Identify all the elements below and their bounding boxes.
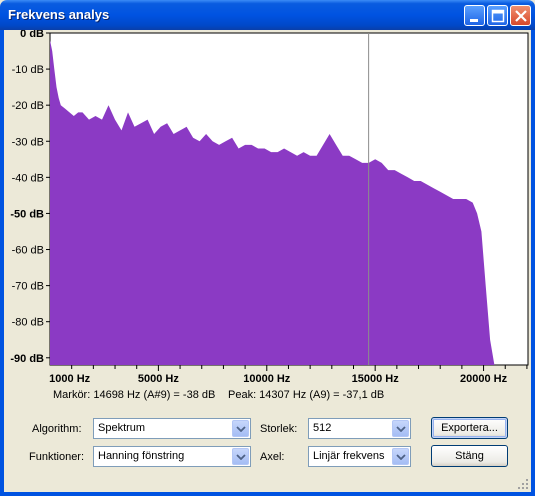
y-tick-label: -30 dB xyxy=(12,136,44,148)
size-dropdown-button[interactable] xyxy=(392,420,409,437)
functions-dropdown-button[interactable] xyxy=(232,448,249,465)
size-value: 512 xyxy=(313,422,332,434)
y-axis: 0 dB -10 dB -20 dB -30 dB -40 dB -50 dB -60 dB… xyxy=(10,30,50,365)
y-tick-label: 0 dB xyxy=(20,30,44,40)
title-bar: Frekvens analys xyxy=(0,0,535,30)
window-frame-bottom xyxy=(0,492,535,496)
y-tick-label: -20 dB xyxy=(12,100,44,112)
axis-dropdown-button[interactable] xyxy=(392,448,409,465)
x-axis: 1000 Hz 5000 Hz 10000 Hz 15000 Hz 20000 Hz xyxy=(49,365,528,385)
marker-readout: Markör: 14698 Hz (A#9) = -38 dB xyxy=(53,389,216,401)
algorithm-dropdown-button[interactable] xyxy=(232,420,249,437)
maximize-icon xyxy=(491,9,505,23)
functions-label: Funktioner: xyxy=(29,451,85,463)
export-button[interactable]: Exportera... xyxy=(431,417,508,439)
chevron-down-icon xyxy=(396,426,406,432)
algorithm-label: Algorithm: xyxy=(32,423,82,435)
chevron-down-icon xyxy=(236,426,246,432)
close-button[interactable]: Stäng xyxy=(431,445,508,467)
x-tick-label: 1000 Hz xyxy=(49,373,90,385)
resize-grip-icon[interactable] xyxy=(517,478,529,490)
size-label: Storlek: xyxy=(260,423,298,435)
maximize-button[interactable] xyxy=(487,5,508,26)
minimize-icon xyxy=(470,19,478,22)
y-tick-label: -90 dB xyxy=(10,353,44,365)
y-tick-label: -60 dB xyxy=(12,245,44,257)
peak-readout: Peak: 14307 Hz (A9) = -37,1 dB xyxy=(228,389,385,401)
algorithm-value: Spektrum xyxy=(98,422,146,434)
axis-label: Axel: xyxy=(260,451,285,463)
size-select[interactable]: 512 xyxy=(308,418,411,439)
x-tick-label: 5000 Hz xyxy=(138,373,179,385)
x-tick-label: 10000 Hz xyxy=(243,373,291,385)
functions-select[interactable]: Hanning fönstring xyxy=(93,446,251,467)
window-title: Frekvens analys xyxy=(8,7,110,22)
axis-select[interactable]: Linjär frekvens xyxy=(308,446,411,467)
chevron-down-icon xyxy=(236,454,246,460)
y-tick-label: -50 dB xyxy=(10,208,44,220)
chevron-down-icon xyxy=(396,454,406,460)
x-tick-label: 20000 Hz xyxy=(460,373,508,385)
minimize-button[interactable] xyxy=(464,5,485,26)
y-tick-label: -40 dB xyxy=(12,172,44,184)
y-tick-label: -80 dB xyxy=(12,317,44,329)
y-tick-label: -70 dB xyxy=(12,281,44,293)
y-tick-label: -10 dB xyxy=(12,64,44,76)
spectrum-plot[interactable]: 0 dB -10 dB -20 dB -30 dB -40 dB -50 dB -60 dB… xyxy=(0,30,535,385)
close-window-button[interactable] xyxy=(510,5,531,26)
functions-value: Hanning fönstring xyxy=(98,450,185,462)
axis-value: Linjär frekvens xyxy=(313,450,385,462)
x-tick-label: 15000 Hz xyxy=(352,373,400,385)
close-icon xyxy=(515,10,527,22)
algorithm-select[interactable]: Spektrum xyxy=(93,418,251,439)
